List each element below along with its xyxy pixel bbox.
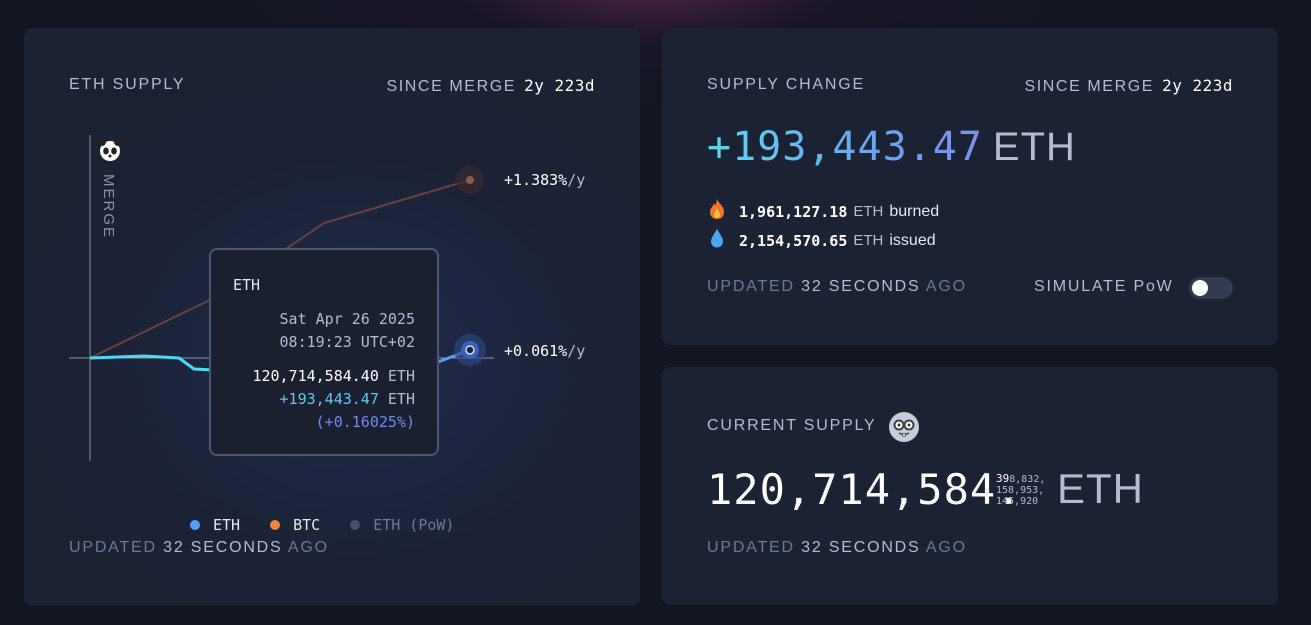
supply-change-number: +193,443.47 [707,124,983,170]
supply-change-title: SUPPLY CHANGE [707,76,865,93]
updated-prefix: UPDATED [69,539,157,556]
updated-suffix: AGO [925,278,967,295]
btc-end-dot[interactable] [466,176,474,184]
current-supply-value: 120,714,584. [707,465,1023,514]
burned-value: 1,961,127.18 [739,202,848,221]
supply-change-updated: UPDATED 32 SECONDS AGO [707,278,967,296]
updated-unit: SECONDS [828,278,921,295]
decimals-line-3: 145,920 [996,496,1039,507]
tooltip-change-value: +193,443.47 [279,390,379,408]
current-supply-card: CURRENT SUPPLY 120,714,584. 398,832, 158… [662,367,1278,605]
supply-change-value: +193,443.47 ETH [707,124,1076,170]
issued-word: issued [889,231,936,249]
simulate-pow-toggle[interactable] [1189,277,1233,299]
supply-change-unit: ETH [992,125,1076,169]
tooltip-supply: 120,714,584.40 ETH [252,367,415,385]
issued-row: 2,154,570.65 ETH issued [707,227,936,254]
legend-item-eth[interactable]: ETH [190,516,240,534]
eth-rate-value: +0.061% [504,342,568,360]
legend-label-eth-pow: ETH (PoW) [373,516,455,534]
eth-rate-unit: /y [567,342,586,360]
tooltip-supply-value: 120,714,584.40 [252,367,379,385]
tooltip-supply-unit: ETH [387,367,415,385]
tooltip-change-unit: ETH [387,390,415,408]
chart-tooltip: ETH Sat Apr 26 2025 08:19:23 UTC+02 120,… [209,248,439,456]
burned-unit: ETH [853,203,884,220]
droplet-icon [707,227,729,254]
updated-num: 32 [801,539,823,556]
legend-label-eth: ETH [213,516,241,534]
btc-rate-label: +1.383%/y [504,171,585,189]
updated-suffix: AGO [925,539,967,556]
eth-supply-updated: UPDATED 32 SECONDS AGO [69,539,329,557]
legend-dot-btc [270,520,281,530]
updated-num: 32 [801,278,823,295]
updated-unit: SECONDS [190,539,283,556]
updated-num: 32 [163,539,185,556]
chart-legend: ETH BTC ETH (PoW) [190,516,484,534]
btc-rate-unit: /y [567,171,586,189]
decimals-line-2: 158,953, [996,485,1045,496]
updated-suffix: AGO [287,539,329,556]
updated-unit: SECONDS [828,539,921,556]
updated-prefix: UPDATED [707,539,795,556]
current-supply-unit: ETH [1057,465,1144,512]
decimals-highlight: 39 [996,472,1010,485]
current-supply-decimals: 398,832, 158,953, 145,920 [996,473,1045,507]
simulate-pow-label: SIMULATE PoW [1034,278,1174,295]
since-merge-value: 2y 223d [1162,76,1233,95]
decimals-line-1: 398,832, [996,473,1045,485]
current-supply-title: CURRENT SUPPLY [707,417,877,434]
legend-dot-eth-pow [350,520,361,530]
toggle-knob [1192,280,1208,296]
eth-end-dot[interactable] [465,345,475,355]
issued-value: 2,154,570.65 [739,231,848,250]
decimals-line-1-rest: 8,832, [1009,474,1046,485]
issued-unit: ETH [853,232,884,249]
supply-change-card: SUPPLY CHANGE SINCE MERGE 2y 223d +193,44… [662,28,1278,345]
tooltip-change-pct: (+0.16025%) [315,413,415,431]
tooltip-change: +193,443.47 ETH [280,390,415,408]
legend-dot-eth [190,520,200,530]
fire-icon [707,198,729,225]
legend-item-btc[interactable]: BTC [270,516,320,534]
updated-prefix: UPDATED [707,278,795,295]
tooltip-date: Sat Apr 26 2025 [279,310,415,328]
merge-label: MERGE [100,174,117,239]
panda-icon [98,138,122,161]
since-merge: SINCE MERGE 2y 223d [1024,76,1233,96]
eth-rate-label: +0.061%/y [504,342,585,360]
legend-item-eth-pow[interactable]: ETH (PoW) [350,516,454,534]
burned-word: burned [889,202,940,220]
btc-rate-value: +1.383% [504,171,568,189]
tooltip-title: ETH [233,276,261,294]
since-merge-label: SINCE MERGE [1024,78,1155,95]
nerd-face-icon [889,412,919,442]
legend-label-btc: BTC [293,516,321,534]
tooltip-time: 08:19:23 UTC+02 [279,333,415,351]
eth-supply-card: ETH SUPPLY SINCE MERGE 2y 223d MERGE +1.… [24,28,640,606]
burned-row: 1,961,127.18 ETH burned [707,198,939,225]
current-supply-updated: UPDATED 32 SECONDS AGO [707,539,967,557]
